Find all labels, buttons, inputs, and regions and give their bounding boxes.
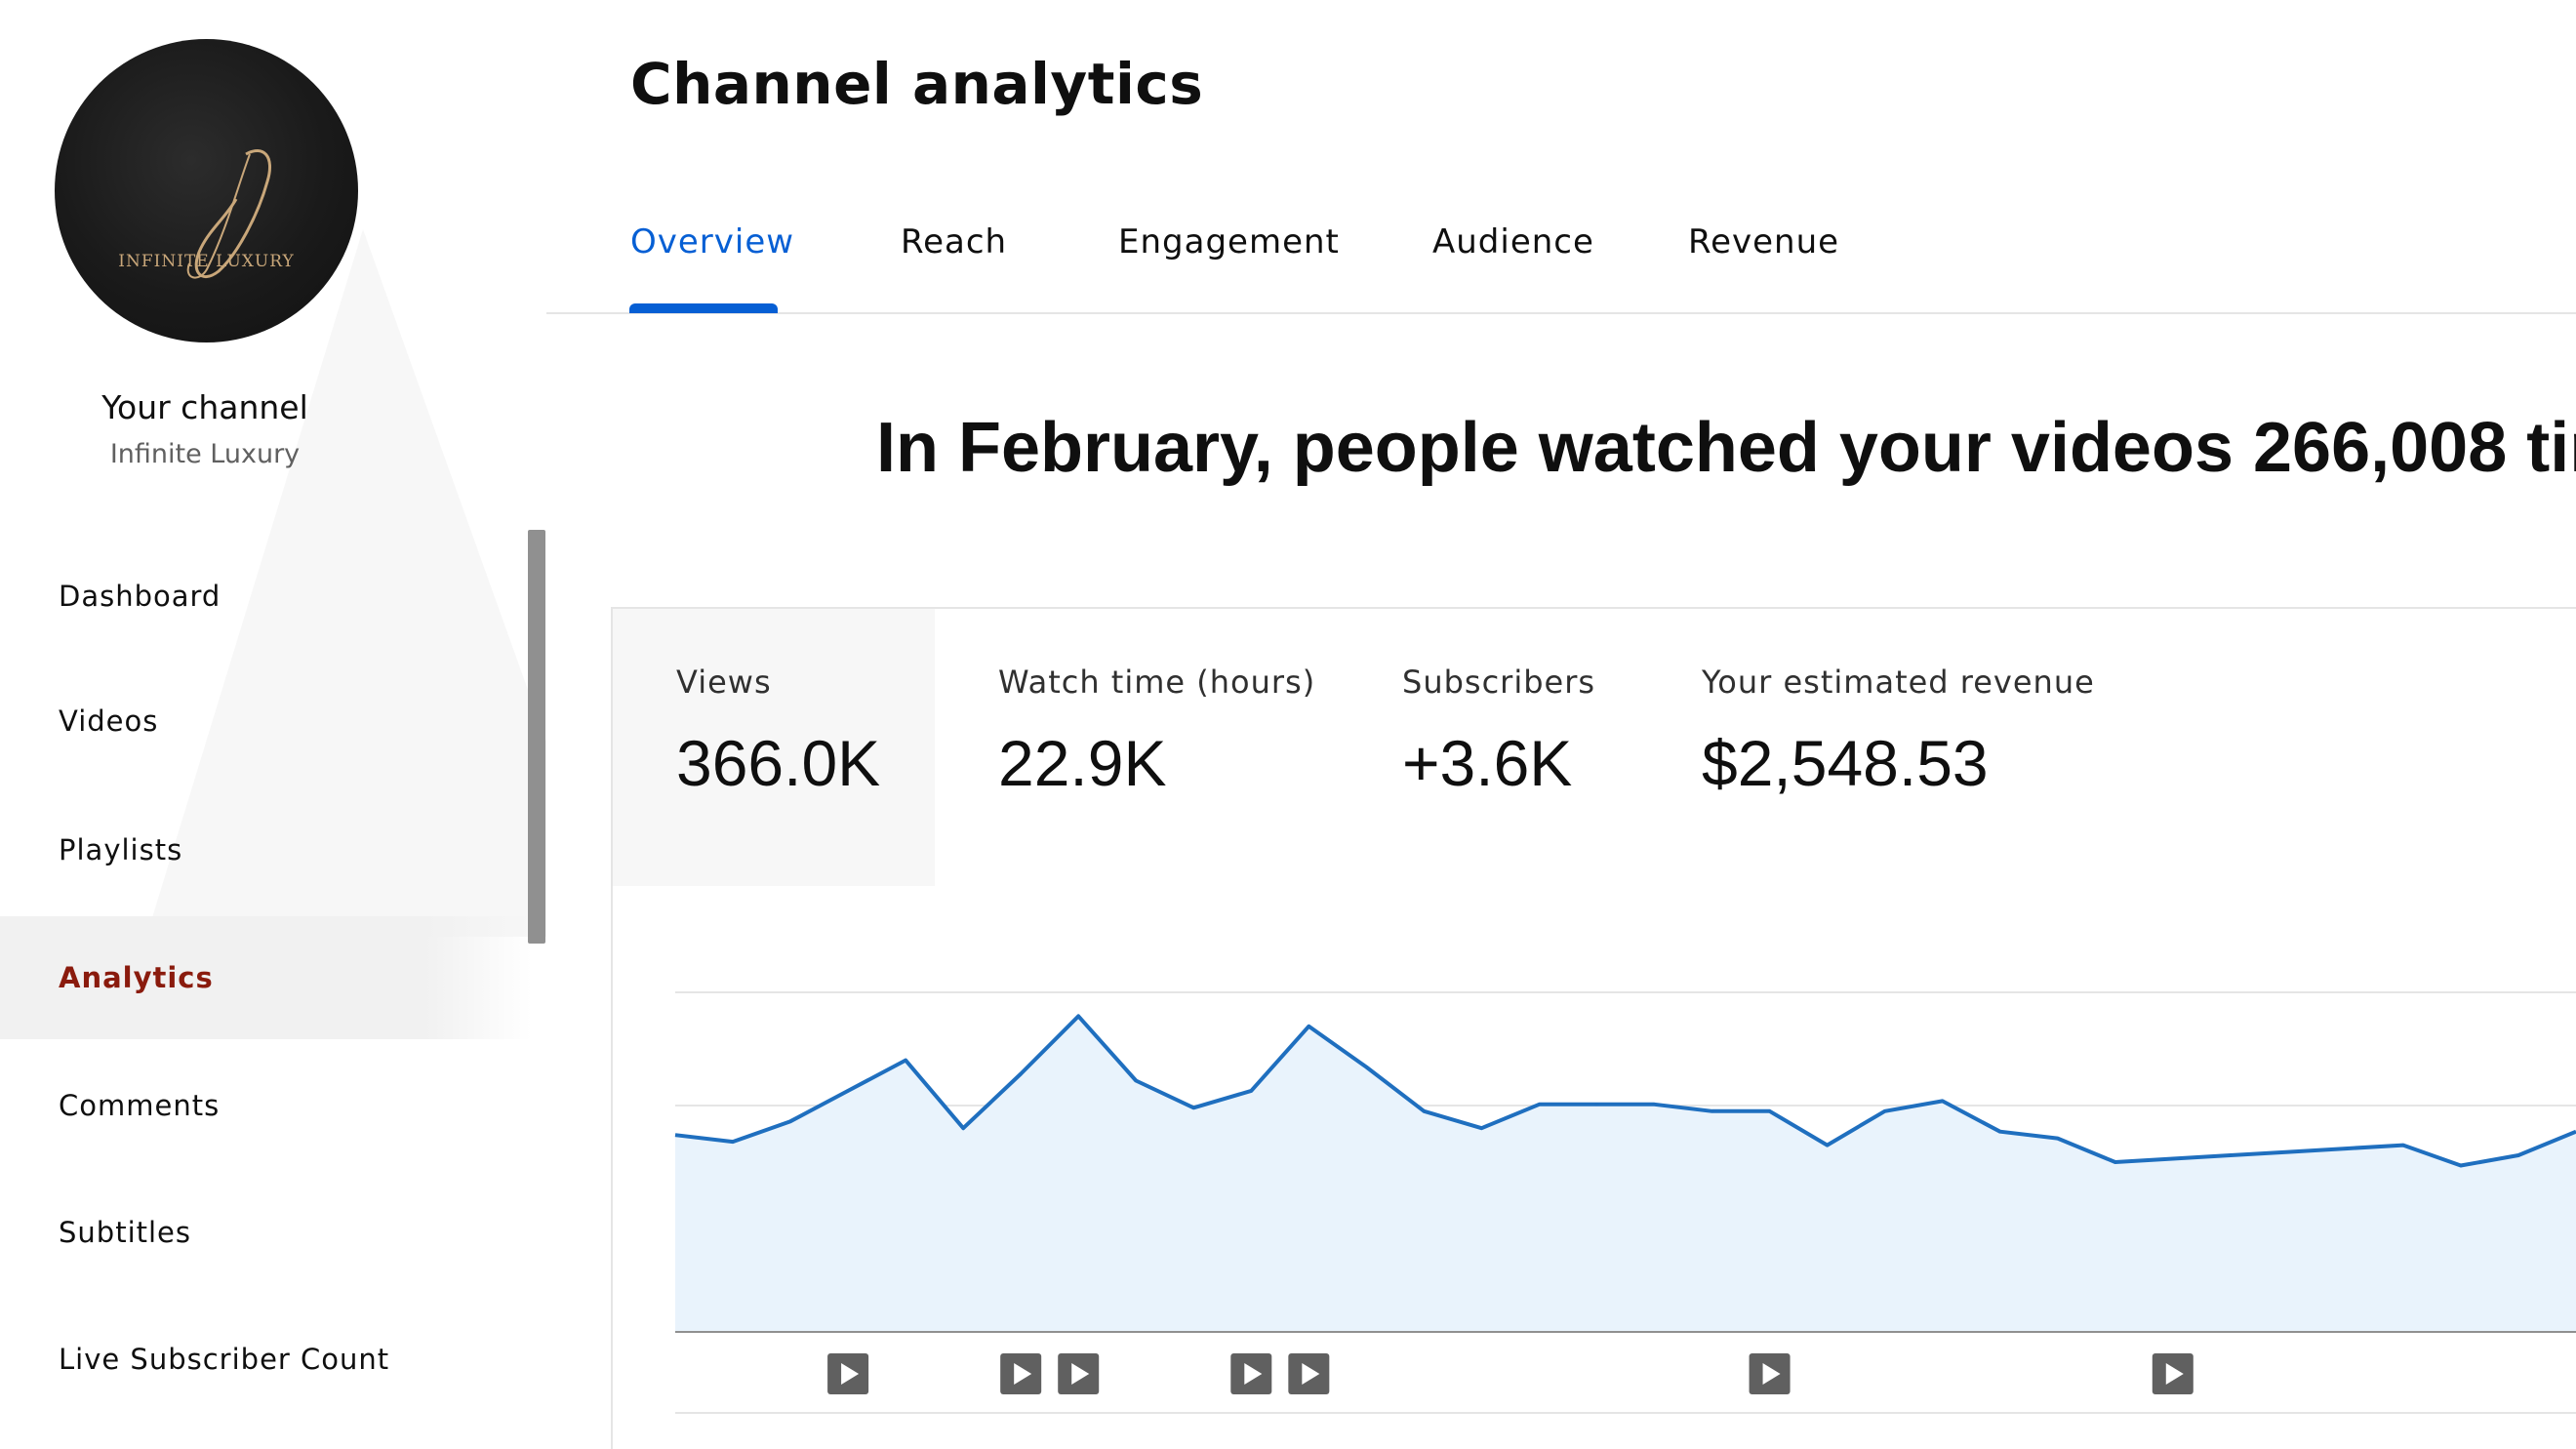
video-marker-play-icon[interactable] <box>827 1353 869 1394</box>
sidebar: INFINITE LUXURY Your channel Infinite Lu… <box>0 0 546 1449</box>
logo-monogram-icon <box>186 149 272 279</box>
metric-subscribers[interactable]: Subscribers +3.6K <box>1402 664 1595 800</box>
sidebar-item-analytics[interactable]: Analytics <box>0 916 532 1039</box>
metric-label: Views <box>676 664 772 701</box>
channel-name: Infinite Luxury <box>109 439 301 469</box>
sidebar-item-comments[interactable]: Comments <box>0 1044 532 1167</box>
sidebar-scrollbar[interactable] <box>528 530 545 944</box>
your-channel-label[interactable]: Your channel <box>0 388 410 426</box>
avatar-logo-text: INFINITE LUXURY <box>118 252 295 271</box>
sidebar-item-subtitles[interactable]: Subtitles <box>0 1171 532 1294</box>
active-tab-indicator <box>629 303 778 313</box>
headline-summary: In February, people watched your videos … <box>876 409 2576 487</box>
metric-label: Watch time (hours) <box>998 664 1316 701</box>
video-marker-play-icon[interactable] <box>1058 1353 1100 1394</box>
sidebar-item-label: Videos <box>59 704 159 738</box>
avatar[interactable]: INFINITE LUXURY <box>55 39 358 342</box>
tab-bar: Overview Reach Engagement Audience Reven… <box>546 195 2576 314</box>
metric-estimated-revenue[interactable]: Your estimated revenue $2,548.53 <box>1702 664 2095 800</box>
metric-value: +3.6K <box>1402 727 1573 799</box>
video-marker-play-icon[interactable] <box>1288 1353 1330 1394</box>
metric-value: 22.9K <box>998 727 1167 799</box>
metric-value: 366.0K <box>676 727 881 799</box>
sidebar-item-videos[interactable]: Videos <box>0 660 532 783</box>
sidebar-item-live-subscriber-count[interactable]: Live Subscriber Count <box>0 1298 532 1421</box>
video-marker-play-icon[interactable] <box>1230 1353 1272 1394</box>
metric-watch-time[interactable]: Watch time (hours) 22.9K <box>998 664 1315 800</box>
page-title: Channel analytics <box>630 51 1204 117</box>
tab-reach[interactable]: Reach <box>901 222 1007 262</box>
metric-value: $2,548.53 <box>1702 727 1989 799</box>
video-marker-play-icon[interactable] <box>1749 1353 1791 1394</box>
video-marker-play-icon[interactable] <box>1000 1353 1042 1394</box>
sidebar-item-label: Subtitles <box>59 1216 192 1249</box>
sidebar-item-playlists[interactable]: Playlists <box>0 788 532 911</box>
sidebar-item-label: Playlists <box>59 833 183 866</box>
sidebar-item-label: Analytics <box>59 961 214 994</box>
metric-label: Your estimated revenue <box>1702 664 2095 701</box>
sidebar-item-label: Comments <box>59 1089 221 1122</box>
metric-label: Subscribers <box>1402 664 1596 701</box>
sidebar-item-label: Dashboard <box>59 580 221 613</box>
tab-overview[interactable]: Overview <box>630 222 794 262</box>
video-marker-play-icon[interactable] <box>2152 1353 2194 1394</box>
tab-revenue[interactable]: Revenue <box>1688 222 1839 262</box>
tab-audience[interactable]: Audience <box>1432 222 1594 262</box>
sidebar-item-label: Live Subscriber Count <box>59 1343 390 1376</box>
sidebar-item-dashboard[interactable]: Dashboard <box>0 535 532 658</box>
metric-views[interactable]: Views 366.0K <box>676 664 880 800</box>
tab-engagement[interactable]: Engagement <box>1118 222 1340 262</box>
